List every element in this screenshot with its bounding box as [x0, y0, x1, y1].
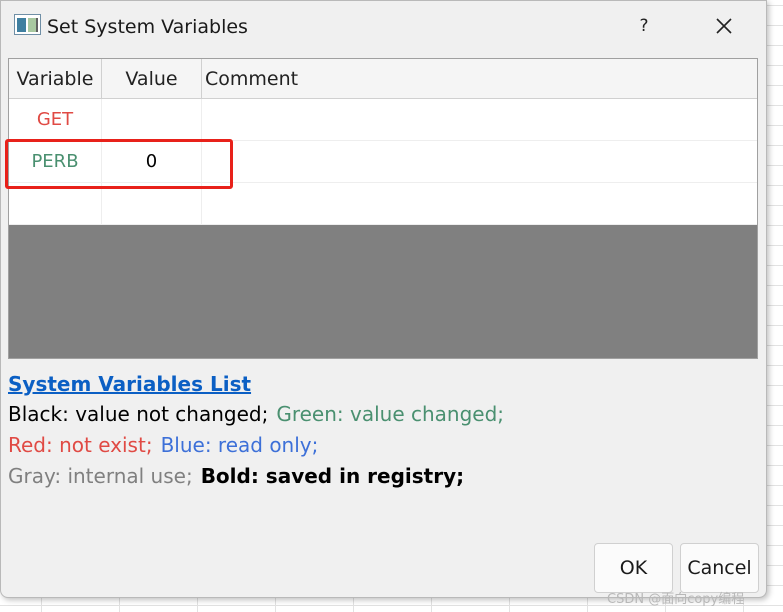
app-icon	[14, 14, 41, 35]
ok-button[interactable]: OK	[594, 543, 673, 593]
system-variables-list-link[interactable]: System Variables List	[8, 371, 251, 397]
comment-cell[interactable]	[202, 141, 757, 183]
column-header-comment[interactable]: Comment	[202, 59, 757, 99]
cancel-button[interactable]: Cancel	[680, 543, 759, 593]
value-cell[interactable]	[102, 183, 202, 225]
variable-cell[interactable]: GET	[9, 99, 102, 141]
legend-black: Black: value not changed;	[8, 402, 269, 426]
variables-table: Variable Value Comment GET PERB 0	[8, 58, 758, 359]
table-row[interactable]: GET	[9, 99, 757, 141]
legend-green: Green: value changed;	[276, 402, 505, 426]
close-icon	[716, 18, 732, 34]
close-button[interactable]	[701, 7, 747, 45]
legend-red: Red: not exist;	[8, 433, 153, 457]
set-system-variables-dialog: Set System Variables ? Variable Value Co…	[0, 0, 767, 598]
table-row[interactable]	[9, 183, 757, 225]
legend-line-2: Red: not exist; Blue: read only;	[8, 432, 318, 458]
help-button[interactable]: ?	[629, 9, 659, 43]
legend-bold: Bold: saved in registry;	[200, 464, 465, 488]
comment-cell[interactable]	[202, 99, 757, 141]
table-header: Variable Value Comment	[9, 59, 757, 99]
legend-gray: Gray: internal use;	[8, 464, 193, 488]
legend-blue: Blue: read only;	[160, 433, 319, 457]
legend-line-1: Black: value not changed; Green: value ch…	[8, 401, 504, 427]
highlight-annotation-box	[5, 139, 233, 189]
variable-cell[interactable]	[9, 183, 102, 225]
title-bar: Set System Variables ?	[1, 1, 766, 51]
column-header-value[interactable]: Value	[102, 59, 202, 99]
value-cell[interactable]	[102, 99, 202, 141]
legend-line-3: Gray: internal use; Bold: saved in regist…	[8, 463, 464, 489]
watermark: CSDN @面向copy编程	[607, 592, 745, 607]
column-header-variable[interactable]: Variable	[9, 59, 102, 99]
window-title: Set System Variables	[47, 16, 248, 38]
comment-cell[interactable]	[202, 183, 757, 225]
